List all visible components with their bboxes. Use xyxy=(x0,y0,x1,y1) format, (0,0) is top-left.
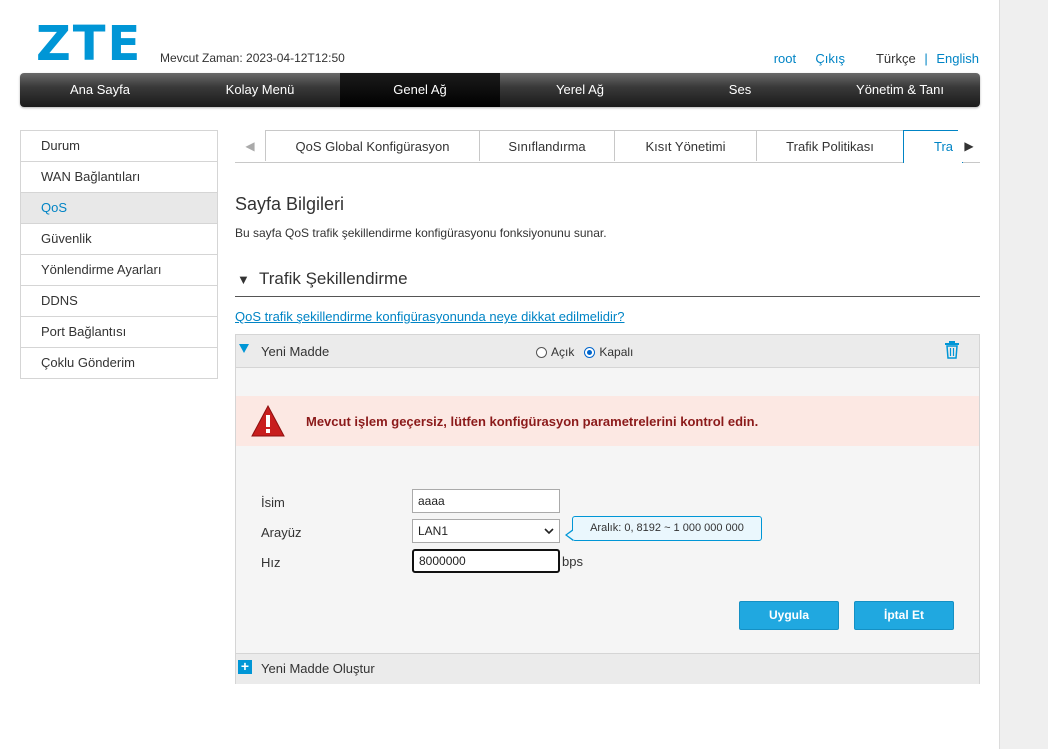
sidebar-item-port[interactable]: Port Bağlantısı xyxy=(21,317,217,348)
nav-kolay-menu[interactable]: Kolay Menü xyxy=(180,73,340,107)
nav-yerel-ag[interactable]: Yerel Ağ xyxy=(500,73,660,107)
item-panel: Yeni Madde Açık Kapalı Mevcut işlem geçe… xyxy=(235,334,980,684)
current-time-label: Mevcut Zaman: xyxy=(160,51,243,65)
section-header[interactable]: ▼ Trafik Şekillendirme xyxy=(235,268,980,297)
warning-icon xyxy=(251,404,285,440)
nav-genel-ag[interactable]: Genel Ağ xyxy=(340,73,500,107)
tab-scroll-left-icon[interactable]: ◀ xyxy=(235,130,265,162)
sidebar-item-qos[interactable]: QoS xyxy=(21,193,217,224)
radio-kapali-label: Kapalı xyxy=(599,345,634,359)
section-title: Trafik Şekillendirme xyxy=(259,269,408,288)
current-time-value: 2023-04-12T12:50 xyxy=(246,51,345,65)
speed-range-tooltip: Aralık: 0, 8192 ~ 1 000 000 000 xyxy=(565,516,762,541)
interface-label: Arayüz xyxy=(261,525,302,540)
create-item-bar: + Yeni Madde Oluştur xyxy=(236,653,979,684)
speed-unit: bps xyxy=(562,554,583,569)
page-description: Bu sayfa QoS trafik şekillendirme konfig… xyxy=(235,226,607,240)
current-time: Mevcut Zaman: 2023-04-12T12:50 xyxy=(160,51,345,65)
tab-bar: ◀ QoS Global Konfigürasyon Sınıflandırma… xyxy=(235,130,980,163)
nav-ana-sayfa[interactable]: Ana Sayfa xyxy=(20,73,180,107)
error-message: Mevcut işlem geçersiz, lütfen konfigüras… xyxy=(306,414,759,429)
sidebar: Durum WAN Bağlantıları QoS Güvenlik Yönl… xyxy=(20,130,218,379)
tab-trafik-sekillendirme[interactable]: Tra xyxy=(903,130,963,163)
plus-icon[interactable]: + xyxy=(238,659,252,674)
expand-triangle-icon[interactable] xyxy=(239,344,249,353)
apply-button[interactable]: Uygula xyxy=(739,601,839,630)
tab-kisit-yonetimi[interactable]: Kısıt Yönetimi xyxy=(614,130,757,161)
tab-trafik-politikasi[interactable]: Trafik Politikası xyxy=(756,130,904,161)
error-alert: Mevcut işlem geçersiz, lütfen konfigüras… xyxy=(236,396,979,446)
collapse-triangle-icon[interactable]: ▼ xyxy=(237,272,250,287)
name-label: İsim xyxy=(261,495,285,510)
sidebar-item-ddns[interactable]: DDNS xyxy=(21,286,217,317)
help-link[interactable]: QoS trafik şekillendirme konfigürasyonun… xyxy=(235,309,624,324)
lang-english[interactable]: English xyxy=(936,51,979,66)
interface-select-value: LAN1 xyxy=(418,524,449,538)
logout-link[interactable]: Çıkış xyxy=(815,51,845,66)
sidebar-item-yonlendirme[interactable]: Yönlendirme Ayarları xyxy=(21,255,217,286)
radio-acik[interactable] xyxy=(536,346,547,358)
nav-ses[interactable]: Ses xyxy=(660,73,820,107)
tab-qos-global[interactable]: QoS Global Konfigürasyon xyxy=(265,130,480,161)
enable-radio-group: Açık Kapalı xyxy=(536,345,639,359)
create-item-link[interactable]: Yeni Madde Oluştur xyxy=(261,661,375,676)
user-link[interactable]: root xyxy=(774,51,796,66)
window-scroll-gutter xyxy=(999,0,1048,749)
page-title: Sayfa Bilgileri xyxy=(235,194,345,214)
lang-turkish[interactable]: Türkçe xyxy=(876,51,916,66)
tab-scroll-right-icon[interactable]: ▶ xyxy=(958,130,980,162)
name-input[interactable] xyxy=(412,489,560,513)
radio-acik-label: Açık xyxy=(551,345,575,359)
sidebar-item-guvenlik[interactable]: Güvenlik xyxy=(21,224,217,255)
zte-logo: ZTE xyxy=(36,16,143,72)
tab-siniflandirma[interactable]: Sınıflandırma xyxy=(479,130,615,161)
main-nav: Ana Sayfa Kolay Menü Genel Ağ Yerel Ağ S… xyxy=(20,73,980,107)
trash-icon[interactable] xyxy=(944,341,960,362)
cancel-button[interactable]: İptal Et xyxy=(854,601,954,630)
sidebar-item-durum[interactable]: Durum xyxy=(21,131,217,162)
interface-select[interactable]: LAN1 xyxy=(412,519,560,543)
radio-kapali[interactable] xyxy=(584,346,596,358)
sidebar-item-wan[interactable]: WAN Bağlantıları xyxy=(21,162,217,193)
nav-yonetim-tani[interactable]: Yönetim & Tanı xyxy=(820,73,980,107)
chevron-down-icon xyxy=(544,520,554,550)
speed-label: Hız xyxy=(261,555,281,570)
lang-separator: | xyxy=(924,51,928,66)
sidebar-item-coklu[interactable]: Çoklu Gönderim xyxy=(21,348,217,379)
item-header: Yeni Madde Açık Kapalı xyxy=(236,335,979,368)
speed-input[interactable] xyxy=(412,549,560,573)
top-links: root Çıkış Türkçe | English xyxy=(774,51,979,66)
item-title: Yeni Madde xyxy=(261,344,330,359)
